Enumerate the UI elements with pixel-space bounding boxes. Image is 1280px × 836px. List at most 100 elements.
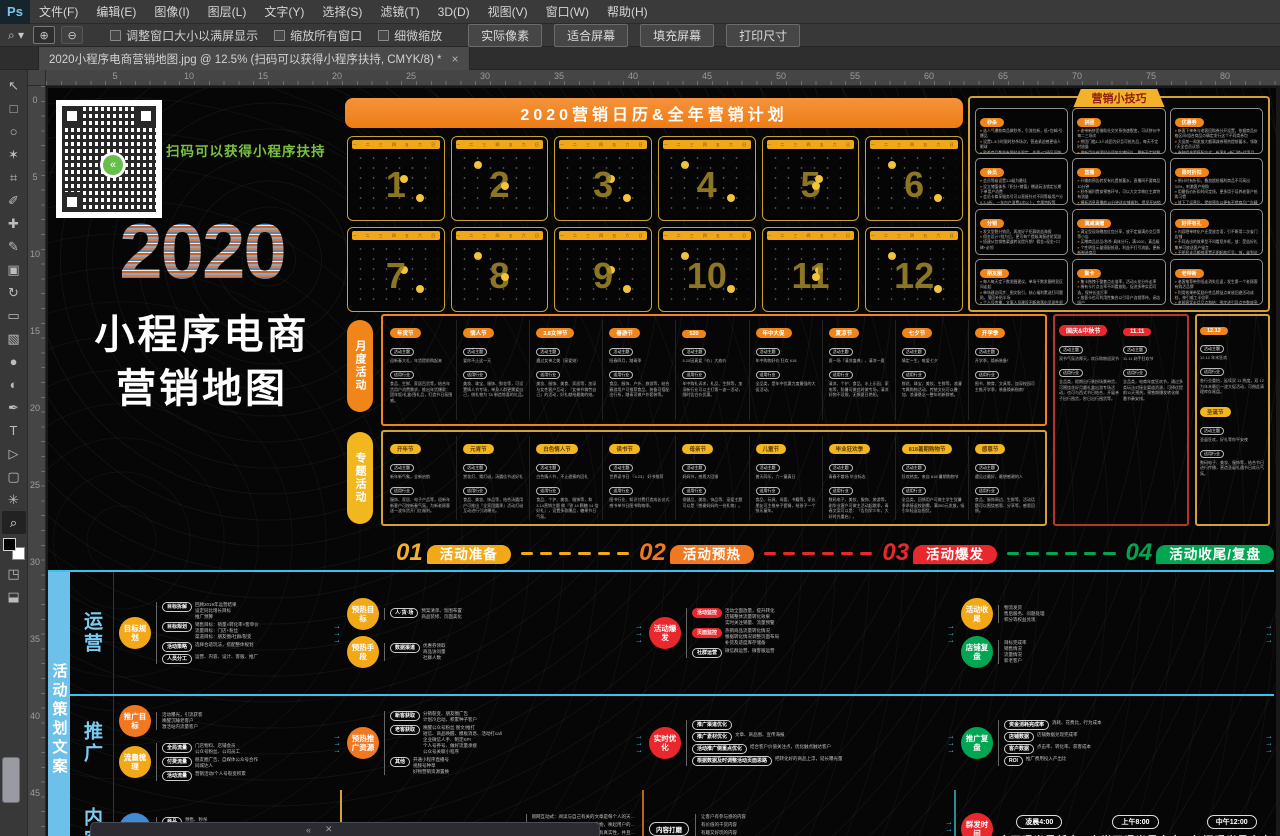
view-button[interactable]: 实际像素	[468, 24, 542, 47]
close-icon[interactable]: ✕	[325, 824, 333, 835]
tool-button[interactable]: ✚	[2, 212, 26, 235]
quick-mask-button[interactable]: ◳	[2, 562, 26, 585]
activity-title: 白色情人节	[536, 444, 578, 454]
calendar-month-card: 一 二 三 四 五 六 日 7	[347, 227, 445, 312]
calendar-month-card: 一 二 三 四 五 六 日 12	[865, 227, 963, 312]
ruler-number: 25	[30, 481, 40, 489]
timeline-slot: 上午8:00 上半天曝光最高点	[1090, 815, 1182, 836]
branch-pill: 客户数据	[1004, 744, 1034, 754]
ruler-number: 80	[1220, 71, 1230, 81]
activity-title: 520	[682, 330, 705, 338]
mindmap-branch: 目标拆解 回顾2019年运营结果设定同比增长目标推广预算	[162, 602, 259, 620]
option-checkbox[interactable]: 调整窗口大小以满屏显示	[110, 27, 258, 44]
option-checkbox[interactable]: 细微缩放	[378, 27, 442, 44]
tool-button[interactable]: ⌕	[2, 511, 26, 534]
menu-item[interactable]: 图层(L)	[199, 0, 256, 24]
checkbox-box[interactable]	[274, 30, 285, 41]
tool-button[interactable]: ✳	[2, 488, 26, 511]
tool-button[interactable]: ↻	[2, 281, 26, 304]
menu-item[interactable]: 3D(D)	[429, 0, 479, 24]
color-swatches[interactable]	[3, 538, 25, 560]
activity-title: 七夕节	[902, 328, 933, 338]
theme-label: 活动主题	[829, 464, 853, 472]
activity-title: 818暑期购物节	[902, 444, 953, 454]
tool-button[interactable]: ▢	[2, 465, 26, 488]
checkbox-box[interactable]	[110, 30, 121, 41]
monthly-activities-band: 年货节 活动主题 迎新春大礼，年货提前购起来 适用行业 食品、生鲜、家居百货等，…	[381, 314, 1047, 426]
document-canvas[interactable]: « 扫码可以获得小程序扶持 2020 小程序电商 营销地图 2020营销日历&全…	[46, 86, 1280, 836]
tool-button[interactable]: ▷	[2, 442, 26, 465]
phase-transition-arrows-icon: →→→	[635, 623, 643, 644]
theme-label: 活动主题	[756, 348, 780, 356]
document-tab[interactable]: 2020小程序电商营销地图.jpg @ 12.5% (扫码可以获得小程序扶持, …	[38, 47, 470, 70]
zoom-tool-preset-icon[interactable]: ⌕ ▾	[0, 28, 28, 43]
activity-card: 春游节 活动主题 阳春四月，踏青季 适用行业 食品、服饰、户外、旅游等，结合春游…	[606, 320, 676, 420]
tip-line: 买赠商品总品/秒杀·具体分行，满1000，真品级	[1077, 240, 1160, 245]
menu-item[interactable]: 图像(I)	[145, 0, 198, 24]
activity-title: 元宵节	[463, 444, 494, 454]
tool-button[interactable]: T	[2, 419, 26, 442]
tool-button[interactable]: ▭	[2, 304, 26, 327]
tool-button[interactable]: ✶	[2, 143, 26, 166]
menu-item[interactable]: 窗口(W)	[537, 0, 598, 24]
tool-button[interactable]: ✎	[2, 235, 26, 258]
tool-button[interactable]: ▧	[2, 327, 26, 350]
horizontal-ruler[interactable]: 5101520253035404550556065707580	[46, 70, 1280, 86]
theme-label: 活动主题	[463, 348, 487, 356]
activity-industry: 保健品、美妆、饰品等、宠爱主题可以是『感谢妈妈的一份礼物』。	[682, 497, 745, 508]
screen-mode-button[interactable]: ⬓	[2, 585, 26, 608]
tool-button[interactable]: ✐	[2, 189, 26, 212]
menu-item[interactable]: 选择(S)	[313, 0, 371, 24]
menu-item[interactable]: 帮助(H)	[598, 0, 657, 24]
menu-item[interactable]: 文字(Y)	[255, 0, 313, 24]
calendar-weekday-header: 一 二 三 四 五 六 日	[870, 231, 958, 240]
checkbox-box[interactable]	[378, 30, 389, 41]
tool-button[interactable]: ⌗	[2, 166, 26, 189]
menu-item[interactable]: 编辑(E)	[87, 0, 145, 24]
mindmap-branch: 资金消耗完成率 消耗、花费比，行为成本	[1004, 720, 1102, 730]
checkbox-label: 调整窗口大小以满屏显示	[126, 27, 258, 44]
view-button[interactable]: 适合屏幕	[554, 24, 628, 47]
industry-label: 适用行业	[609, 487, 633, 495]
tip-line: 券种组合要搭配方式：新客礼+新门槛+优惠品券『领』领	[1175, 151, 1258, 155]
mindmap-branch: 活动推广侧重点优化 结合客户价值关注点，优化触点触达客户	[692, 744, 843, 754]
tip-line: 会员卡尊享服务号可以直接针对不同等级用户分0-3-5折，一年内户消费3次以上，专…	[980, 195, 1063, 204]
branch-pill: 活动流量	[162, 771, 192, 781]
activity-card: 感恩节 活动主题 遇见过最好，最想感谢的人 适用行业 食品、服饰周边、生鲜等，活…	[972, 436, 1041, 520]
mindmap-branch: 目标规划 销售目标：销量×转化率×客单价流量目标：门店+粉丝渠道目标：朋友圈/社…	[162, 622, 259, 640]
calendar-banner: 2020营销日历&全年营销计划	[345, 98, 963, 128]
tool-button[interactable]: ↖	[2, 74, 26, 97]
mindmap-branch: 推广渠道优化	[692, 720, 843, 730]
vertical-ruler[interactable]: 051015202530354045	[28, 86, 46, 836]
view-button[interactable]: 打印尺寸	[726, 24, 800, 47]
mindmap-root-node: 店铺复盘	[961, 636, 993, 668]
tool-button[interactable]: ▣	[2, 258, 26, 281]
industry-label: 适用行业	[682, 371, 706, 379]
tool-button[interactable]: ✒	[2, 396, 26, 419]
view-button[interactable]: 填充屏幕	[640, 24, 714, 47]
zoom-out-button[interactable]: ⊖	[61, 26, 83, 44]
industry-label: 适用行业	[463, 487, 487, 495]
tool-button[interactable]: ●	[2, 350, 26, 373]
phase-flag: 活动准备	[427, 545, 511, 564]
ruler-number: 40	[30, 712, 40, 720]
tab-close-icon[interactable]: ×	[452, 52, 459, 66]
tool-button[interactable]: □	[2, 97, 26, 120]
option-checkbox[interactable]: 缩放所有窗口	[274, 27, 362, 44]
menu-item[interactable]: 滤镜(T)	[371, 0, 428, 24]
back-icon[interactable]: «	[306, 825, 311, 835]
calendar-month-card: 一 二 三 四 五 六 日 4	[658, 136, 756, 221]
mindmap-group: 预热目标 人·货·场	[347, 598, 639, 630]
menu-item[interactable]: 文件(F)	[30, 0, 87, 24]
foreground-color-swatch[interactable]	[3, 538, 16, 551]
menu-item[interactable]: 视图(V)	[479, 0, 537, 24]
activity-title: 春游节	[609, 328, 640, 338]
mindmap-side-label: 活动策划文案	[48, 572, 70, 836]
mindmap-branch: 推广素材优化 文章、商品图、宣传海报	[692, 732, 843, 742]
tool-button[interactable]: ○	[2, 120, 26, 143]
tool-button[interactable]: ◐	[2, 373, 26, 396]
poster-year-title: 2020	[76, 212, 328, 290]
tip-label: 直播	[1077, 168, 1101, 177]
mindmap-row: 推广 推广目标	[70, 696, 1274, 790]
zoom-in-button[interactable]: ⊕	[33, 26, 55, 44]
